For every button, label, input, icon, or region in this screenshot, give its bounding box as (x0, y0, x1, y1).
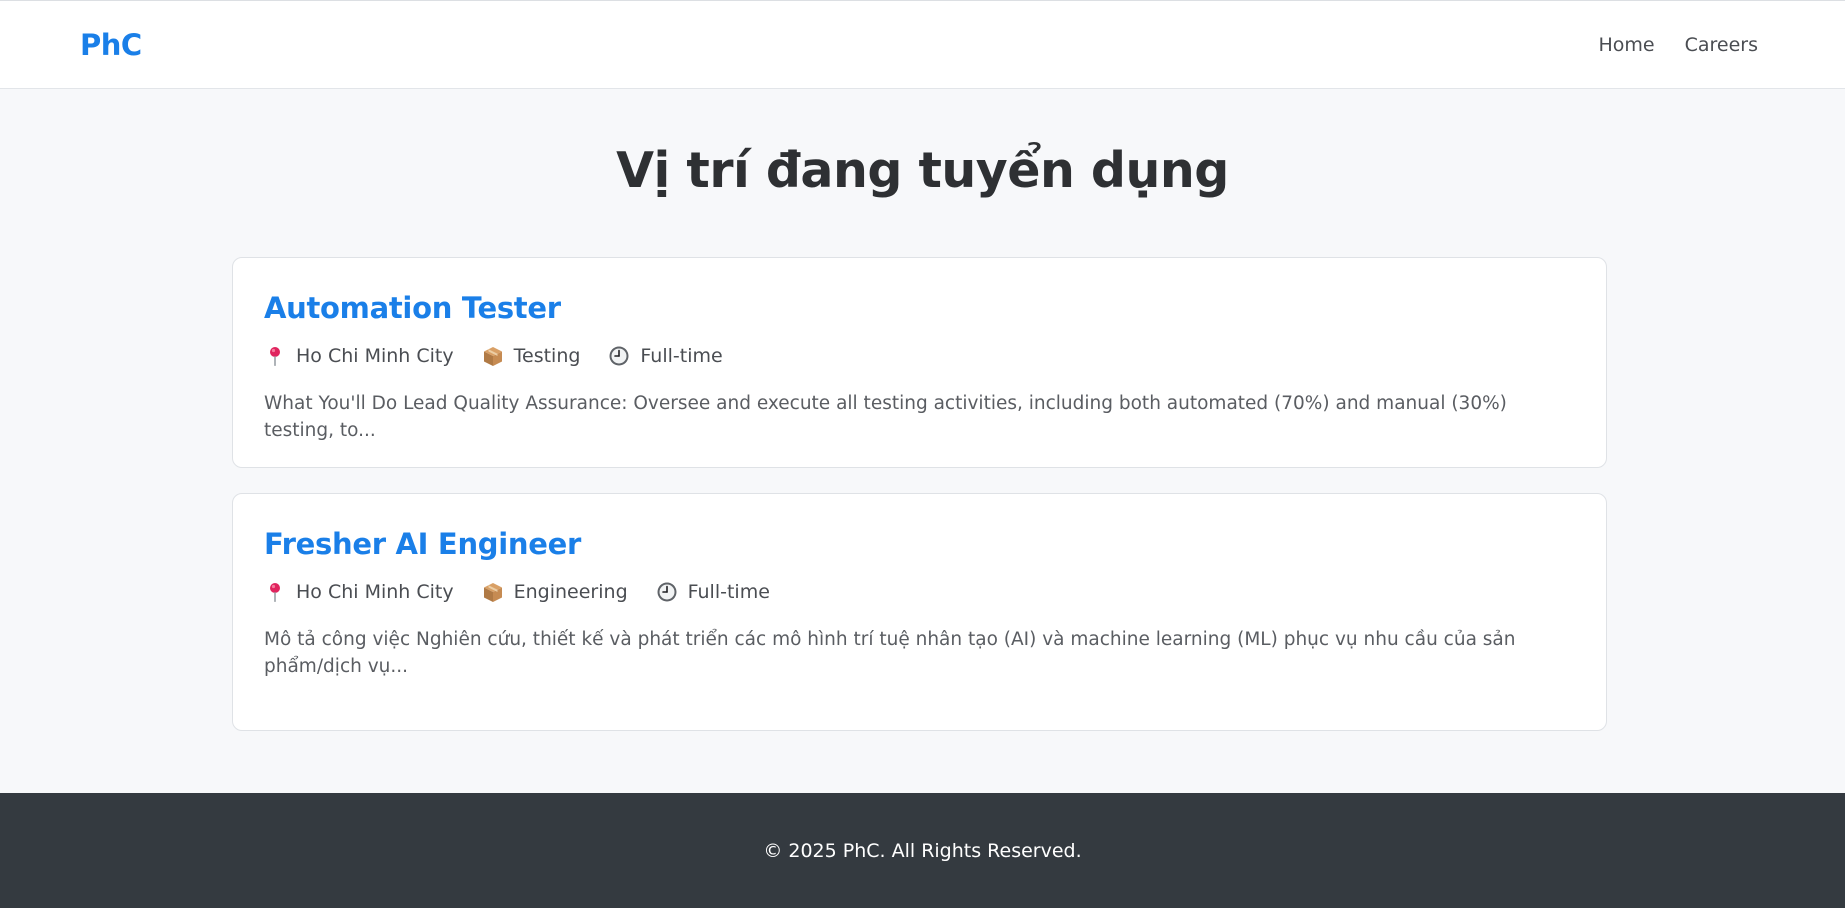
job-type-text: Full-time (640, 345, 723, 367)
map-pin-icon (270, 583, 280, 602)
job-department: Testing (482, 345, 581, 367)
job-meta: Ho Chi Minh City Engineering Full-time (264, 581, 770, 603)
job-meta: Ho Chi Minh City Testing Full-time (264, 345, 723, 367)
job-type-text: Full-time (687, 581, 770, 603)
package-icon (483, 583, 502, 602)
nav-link-careers[interactable]: Careers (1685, 34, 1758, 56)
job-location: Ho Chi Minh City (264, 581, 454, 603)
job-location-text: Ho Chi Minh City (296, 581, 454, 603)
clock-icon (657, 582, 677, 602)
job-location-text: Ho Chi Minh City (296, 345, 454, 367)
footer: © 2025 PhC. All Rights Reserved. (0, 793, 1845, 908)
job-title-link[interactable]: Fresher AI Engineer (264, 527, 581, 561)
job-department-text: Testing (513, 345, 581, 367)
job-department: Engineering (482, 581, 628, 603)
nav-link-home[interactable]: Home (1598, 34, 1654, 56)
job-description: Mô tả công việc Nghiên cứu, thiết kế và … (264, 629, 1516, 677)
job-description: What You'll Do Lead Quality Assurance: O… (264, 393, 1507, 441)
job-department-text: Engineering (513, 581, 628, 603)
clock-icon (609, 346, 629, 366)
job-card-fresher-ai-engineer[interactable]: Fresher AI Engineer Ho Chi Minh City Eng… (232, 493, 1607, 731)
job-card-automation-tester[interactable]: Automation Tester Ho Chi Minh City Testi… (232, 257, 1607, 468)
copyright-text: © 2025 PhC. All Rights Reserved. (763, 840, 1082, 862)
package-icon (483, 347, 502, 366)
job-type: Full-time (656, 581, 770, 603)
nav-links: Home Careers (1598, 34, 1758, 56)
navbar: PhC Home Careers (0, 0, 1845, 89)
job-type: Full-time (608, 345, 723, 367)
job-location: Ho Chi Minh City (264, 345, 454, 367)
job-title-link[interactable]: Automation Tester (264, 291, 561, 325)
page-title: Vị trí đang tuyển dụng (616, 142, 1229, 199)
map-pin-icon (270, 347, 280, 366)
brand-logo-link[interactable]: PhC (80, 28, 142, 62)
